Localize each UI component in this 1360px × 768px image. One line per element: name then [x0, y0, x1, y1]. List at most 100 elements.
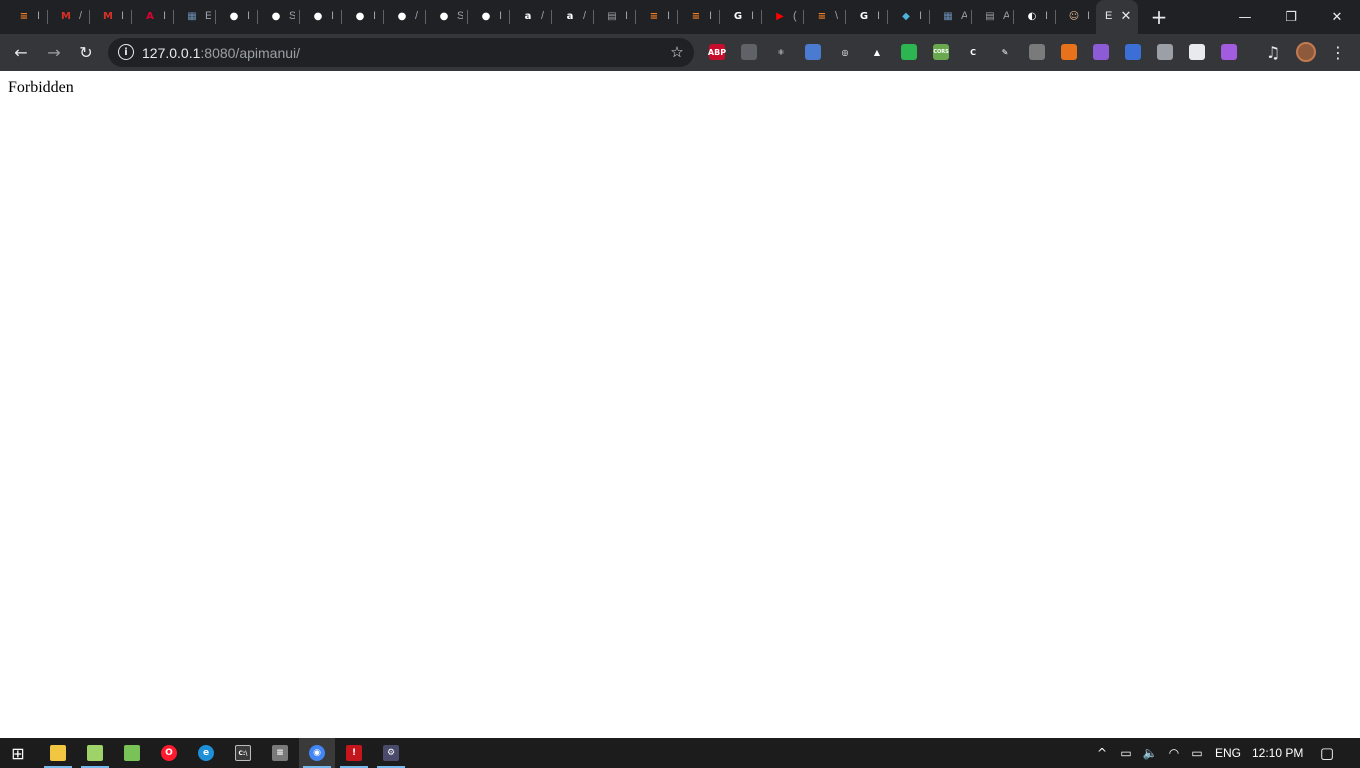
reload-button[interactable]: ↻: [72, 38, 100, 66]
address-bar[interactable]: i 127.0.0.1:8080/apimanui/ ☆: [108, 38, 694, 67]
back-button[interactable]: ←: [7, 38, 35, 66]
browser-tab-title: I: [1087, 10, 1091, 22]
document-icon: ▤: [985, 10, 995, 22]
browser-tab[interactable]: ▦ E: [174, 0, 216, 34]
taskbar-app-button[interactable]: ⚙: [373, 738, 409, 768]
taskbar-app-button[interactable]: [77, 738, 113, 768]
close-window-button[interactable]: ✕: [1314, 0, 1360, 34]
stackoverflow-icon: ≡: [19, 10, 29, 22]
tab-separator: [635, 10, 636, 24]
green-square-icon[interactable]: [901, 44, 917, 60]
browser-tab[interactable]: ● S: [426, 0, 468, 34]
tab-separator: [593, 10, 594, 24]
browser-tab[interactable]: ▤ I: [594, 0, 636, 34]
react-devtools-icon[interactable]: ⚛: [773, 44, 789, 60]
circle-ext-icon[interactable]: [805, 44, 821, 60]
taskbar-app-button[interactable]: ◉: [299, 738, 335, 768]
blue-square-icon[interactable]: [1125, 44, 1141, 60]
adblock-plus-icon[interactable]: ABP: [708, 44, 726, 60]
new-tab-button[interactable]: +: [1148, 6, 1170, 28]
taskbar-app-button[interactable]: !: [336, 738, 372, 768]
browser-tab-title: /: [583, 10, 587, 22]
c-circle-icon[interactable]: C: [965, 44, 981, 60]
browser-tab[interactable]: ≡ I: [678, 0, 720, 34]
browser-tab[interactable]: AI: [132, 0, 174, 34]
active-tab-title: E: [1105, 10, 1113, 22]
browser-tab[interactable]: ☺ I: [1056, 0, 1098, 34]
taskbar-app-button[interactable]: [40, 738, 76, 768]
minimize-button[interactable]: —: [1222, 0, 1268, 34]
avatar-icon: ☺: [1068, 10, 1080, 22]
browser-tab[interactable]: ● S: [258, 0, 300, 34]
browser-tab[interactable]: ● /: [384, 0, 426, 34]
github-icon: ●: [481, 10, 491, 22]
orange-ext-icon[interactable]: [1061, 44, 1077, 60]
browser-tab-title: /: [415, 10, 419, 22]
taskbar-app-button[interactable]: e: [188, 738, 224, 768]
tray-battery-icon[interactable]: ▭: [1118, 745, 1134, 761]
browser-tab-title: I: [709, 10, 713, 22]
browser-toolbar: ← → ↻ i 127.0.0.1:8080/apimanui/ ☆ ♫ ⋮ A…: [0, 34, 1360, 71]
browser-tab[interactable]: ● I: [300, 0, 342, 34]
browser-tab[interactable]: MI: [90, 0, 132, 34]
taskbar-app-button[interactable]: ≡: [262, 738, 298, 768]
volume-icon[interactable]: 🔈: [1142, 745, 1158, 761]
browser-tab[interactable]: a /: [552, 0, 594, 34]
restore-button[interactable]: ❐: [1268, 0, 1314, 34]
active-tab[interactable]: E ✕: [1096, 0, 1138, 34]
close-tab-icon[interactable]: ✕: [1117, 7, 1135, 25]
browser-tab[interactable]: ≡ I: [636, 0, 678, 34]
cloud-ext-icon[interactable]: [1157, 44, 1173, 60]
feather-icon[interactable]: [1093, 44, 1109, 60]
power-icon[interactable]: ▭: [1189, 745, 1205, 761]
cors-icon[interactable]: CORS: [933, 44, 949, 60]
browser-tab[interactable]: ▦ A: [930, 0, 972, 34]
forward-button[interactable]: →: [40, 38, 68, 66]
profile-avatar[interactable]: [1296, 42, 1316, 62]
browser-tab[interactable]: a /: [510, 0, 552, 34]
clock[interactable]: 12:10 PM: [1252, 738, 1303, 768]
browser-tab[interactable]: GI: [846, 0, 888, 34]
browser-tab[interactable]: ● I: [342, 0, 384, 34]
tab-separator: [383, 10, 384, 24]
address-url[interactable]: 127.0.0.1:8080/apimanui/: [142, 45, 300, 61]
browser-tab[interactable]: ≡ I: [6, 0, 48, 34]
target-icon[interactable]: ◎: [837, 44, 853, 60]
lightbulb-icon[interactable]: [741, 44, 757, 60]
cube-icon: ◆: [902, 10, 910, 22]
drive-icon[interactable]: ▲: [869, 44, 885, 60]
browser-tab[interactable]: ▶(: [762, 0, 804, 34]
browser-tab[interactable]: GI: [720, 0, 762, 34]
taskbar-app-button[interactable]: O: [151, 738, 187, 768]
printer-ext-icon[interactable]: [1189, 44, 1205, 60]
notification-center-icon[interactable]: ▢: [1319, 744, 1335, 762]
edge-icon: e: [198, 745, 214, 761]
pen-icon[interactable]: ✎: [997, 44, 1013, 60]
taskbar-app-button[interactable]: C:\: [225, 738, 261, 768]
wifi-icon[interactable]: ◠: [1166, 745, 1182, 761]
browser-tab[interactable]: ▤ A: [972, 0, 1014, 34]
browser-tab[interactable]: ● I: [468, 0, 510, 34]
browser-tab-title: /: [79, 10, 83, 22]
browser-tab[interactable]: M /: [48, 0, 90, 34]
browser-tab[interactable]: ◆ I: [888, 0, 930, 34]
browser-tab-title: (: [793, 10, 797, 22]
bookmark-star-icon[interactable]: ☆: [668, 43, 686, 61]
media-control-icon[interactable]: ♫: [1259, 38, 1287, 66]
browser-menu-icon[interactable]: ⋮: [1330, 42, 1346, 62]
imovie-red-icon: !: [346, 745, 362, 761]
browser-tab[interactable]: ≡ \: [804, 0, 846, 34]
github-icon: ●: [355, 10, 365, 22]
language-indicator[interactable]: ENG: [1215, 738, 1241, 768]
window-ext-icon[interactable]: [1029, 44, 1045, 60]
start-button[interactable]: ⊞: [0, 738, 36, 768]
angular-icon: A: [146, 10, 154, 22]
site-info-icon[interactable]: i: [118, 44, 134, 60]
tray-chevron-icon[interactable]: ^: [1094, 745, 1110, 761]
stackoverflow-icon: ≡: [649, 10, 659, 22]
purple-ext-icon[interactable]: [1221, 44, 1237, 60]
taskbar-app-button[interactable]: [114, 738, 150, 768]
browser-tab[interactable]: ● I: [216, 0, 258, 34]
page-content: Forbidden: [0, 71, 1360, 738]
browser-tab[interactable]: ◐ I: [1014, 0, 1056, 34]
